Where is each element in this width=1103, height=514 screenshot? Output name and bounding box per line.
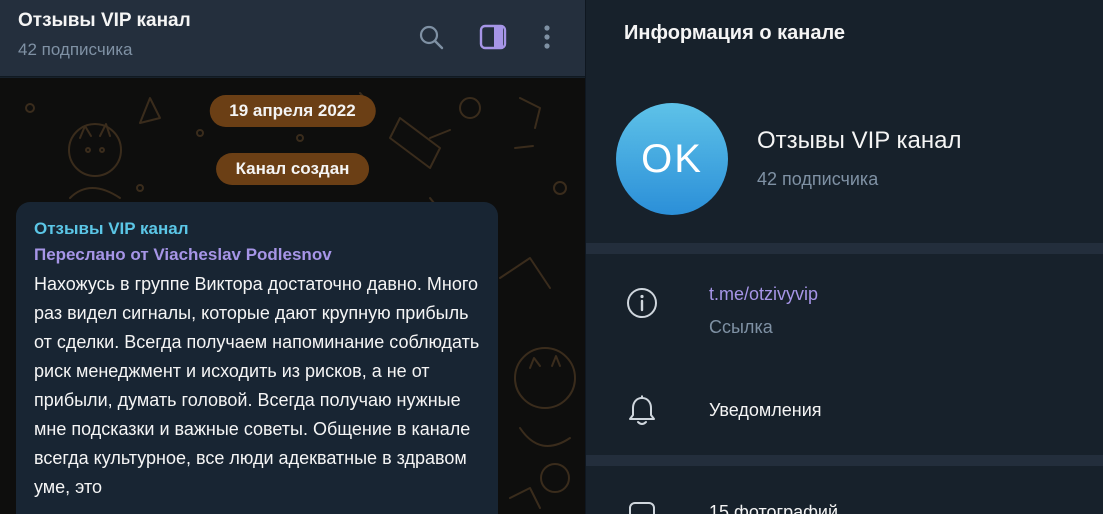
- photos-row[interactable]: 15 фотографий: [709, 502, 838, 514]
- channel-avatar[interactable]: OK: [616, 103, 728, 215]
- bell-icon: [624, 393, 660, 429]
- info-panel-title: Информация о канале: [624, 22, 846, 44]
- section-separator: [586, 455, 1103, 466]
- channel-name: Отзывы VIP канал: [757, 127, 962, 154]
- more-vert-icon[interactable]: [530, 20, 564, 54]
- chat-title[interactable]: Отзывы VIP канал: [18, 10, 191, 32]
- channel-info-panel: Информация о канале OK Отзывы VIP канал …: [586, 0, 1103, 514]
- message-text: Нахожусь в группе Виктора достаточно дав…: [34, 274, 480, 497]
- forwarded-from[interactable]: Переслано от Viacheslav Podlesnov: [34, 242, 480, 268]
- section-separator: [586, 243, 1103, 254]
- sidebar-toggle-icon[interactable]: [476, 20, 510, 54]
- channel-link[interactable]: t.me/otzivyvip: [709, 284, 818, 305]
- chat-subscribers: 42 подписчика: [18, 40, 133, 59]
- info-icon: [624, 285, 660, 321]
- photo-icon: [624, 497, 660, 514]
- channel-created-pill: Канал создан: [215, 153, 370, 185]
- notifications-row[interactable]: Уведомления: [709, 400, 822, 421]
- link-caption: Ссылка: [709, 317, 773, 337]
- chat-panel: Отзывы VIP канал 42 подписчика 19 апреля…: [0, 0, 585, 514]
- date-pill: 19 апреля 2022: [209, 95, 376, 127]
- message-bubble[interactable]: Отзывы VIP канал Переслано от Viacheslav…: [16, 202, 498, 514]
- channel-subscribers: 42 подписчика: [757, 169, 879, 189]
- message-author[interactable]: Отзывы VIP канал: [34, 216, 480, 242]
- search-icon[interactable]: [414, 20, 448, 54]
- chat-header: Отзывы VIP канал 42 подписчика: [0, 0, 585, 77]
